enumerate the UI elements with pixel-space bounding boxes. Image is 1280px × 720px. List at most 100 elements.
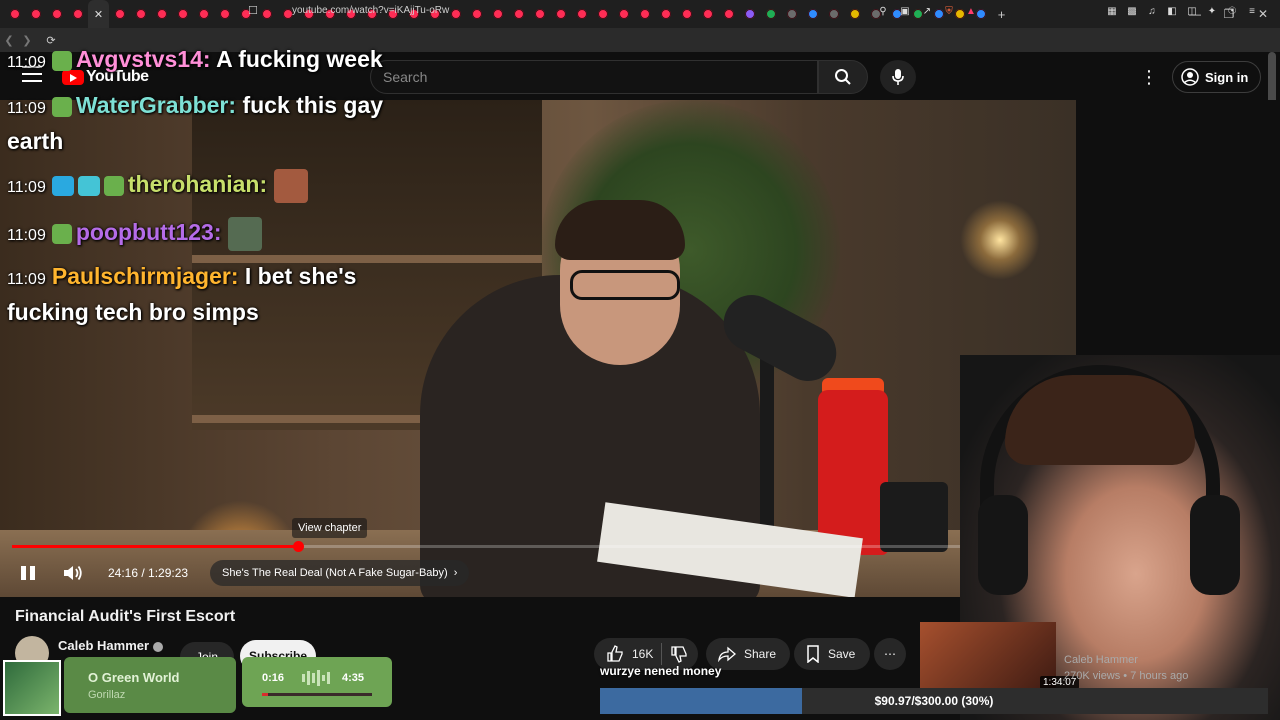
chat-text: fuck this gay xyxy=(242,92,384,118)
browser-tab[interactable] xyxy=(4,0,25,28)
url-field[interactable]: youtube.com/watch?v=iKAjjTu-oRw xyxy=(292,5,449,16)
browser-tab[interactable] xyxy=(172,0,193,28)
browser-tab[interactable] xyxy=(487,0,508,28)
chat-text-continued: earth xyxy=(7,128,64,154)
more-actions-button[interactable]: ⋯ xyxy=(874,638,906,670)
browser-tab[interactable] xyxy=(592,0,613,28)
browser-tab[interactable] xyxy=(130,0,151,28)
browser-tab[interactable] xyxy=(718,0,739,28)
chat-badge-icon xyxy=(51,96,72,117)
pause-button[interactable] xyxy=(20,564,36,582)
bookmark-icon[interactable]: ☐ xyxy=(248,4,258,17)
tab-favicon-icon xyxy=(471,9,482,19)
chat-username: therohanian: xyxy=(127,171,268,197)
tab-favicon-icon xyxy=(681,9,692,19)
chat-text: A fucking week xyxy=(216,46,383,72)
extension-icon[interactable]: ♫ xyxy=(1145,4,1159,18)
browser-tab[interactable] xyxy=(109,0,130,28)
search-button[interactable] xyxy=(818,60,868,94)
chat-message: 11:09 Paulschirmjager: I bet she's fuckin… xyxy=(7,260,356,329)
cast-icon[interactable]: ▣ xyxy=(898,4,912,18)
browser-tab[interactable] xyxy=(214,0,235,28)
chat-message: 11:09 poopbutt123: xyxy=(7,216,262,252)
tab-favicon-icon xyxy=(828,9,839,19)
search-placeholder: Search xyxy=(383,69,428,85)
search-icon xyxy=(835,69,851,85)
video-mug xyxy=(880,482,948,552)
close-tab-icon[interactable]: ✕ xyxy=(94,8,103,21)
chat-message: 11:09 WaterGrabber: fuck this gay earth xyxy=(7,89,383,158)
thumbs-up-icon[interactable] xyxy=(606,645,624,663)
search-input[interactable]: Search xyxy=(370,60,818,94)
browser-tab-strip: ✕ + xyxy=(0,0,1280,28)
browser-tab[interactable] xyxy=(781,0,802,28)
chat-username: WaterGrabber: xyxy=(75,92,237,118)
voice-search-button[interactable] xyxy=(880,60,916,94)
tab-favicon-icon xyxy=(72,9,83,19)
sidebar-icon[interactable]: ◧ xyxy=(1165,4,1179,18)
webcam-hair xyxy=(1005,375,1195,465)
leo-icon[interactable]: ✦ xyxy=(1205,4,1219,18)
donation-goal-text: $90.97/$300.00 (30%) xyxy=(874,694,994,708)
browser-tab[interactable] xyxy=(697,0,718,28)
wallet-icon[interactable]: ◫ xyxy=(1185,4,1199,18)
chat-time: 11:09 xyxy=(7,100,46,117)
browser-tab[interactable] xyxy=(844,0,865,28)
browser-tab[interactable] xyxy=(466,0,487,28)
browser-tab[interactable] xyxy=(655,0,676,28)
song-info-panel xyxy=(64,657,236,713)
browser-menu-icon[interactable]: ≡ xyxy=(1245,4,1259,18)
browser-tab[interactable] xyxy=(613,0,634,28)
sign-in-button[interactable]: Sign in xyxy=(1172,61,1262,93)
chat-text-continued: fucking tech bro simps xyxy=(7,299,259,325)
related-video-meta: 270K views • 7 hours ago xyxy=(1064,670,1189,682)
browser-tab[interactable] xyxy=(508,0,529,28)
related-video-channel[interactable]: Caleb Hammer xyxy=(1064,654,1138,666)
zoom-icon[interactable]: ⚲ xyxy=(876,4,890,18)
tab-favicon-icon xyxy=(618,9,629,19)
thumbs-down-icon[interactable] xyxy=(670,645,688,663)
chat-badge-icon xyxy=(77,175,100,196)
extension-icon[interactable]: ▦ xyxy=(1105,4,1119,18)
scrubber-handle[interactable] xyxy=(293,541,304,552)
share-page-icon[interactable]: ↗ xyxy=(920,4,934,18)
browser-tab[interactable] xyxy=(739,0,760,28)
channel-name[interactable]: Caleb Hammer xyxy=(58,638,164,653)
brave-shield-icon[interactable]: ⛨ xyxy=(942,4,956,18)
browser-tab[interactable] xyxy=(151,0,172,28)
browser-tab[interactable] xyxy=(634,0,655,28)
vpn-icon[interactable]: ☉ xyxy=(1225,4,1239,18)
related-video-thumbnail[interactable] xyxy=(920,622,1056,692)
browser-tab[interactable] xyxy=(676,0,697,28)
tab-favicon-icon xyxy=(744,9,755,19)
tab-favicon-icon xyxy=(660,9,671,19)
stream-caption: wurzye nened money xyxy=(600,664,722,678)
browser-tab[interactable] xyxy=(67,0,88,28)
browser-tab[interactable] xyxy=(550,0,571,28)
browser-tab[interactable] xyxy=(256,0,277,28)
active-tab[interactable]: ✕ xyxy=(88,0,109,28)
new-tab-icon[interactable]: + xyxy=(991,0,1012,28)
webcam-headset-cup xyxy=(1190,495,1240,595)
browser-tab[interactable] xyxy=(193,0,214,28)
browser-tab[interactable] xyxy=(571,0,592,28)
volume-button[interactable] xyxy=(62,563,84,583)
browser-tab[interactable] xyxy=(46,0,67,28)
chat-username: Paulschirmjager: xyxy=(51,263,239,289)
browser-tab[interactable] xyxy=(529,0,550,28)
tab-favicon-icon xyxy=(492,9,503,19)
browser-tab[interactable] xyxy=(25,0,46,28)
chapter-button[interactable]: She's The Real Deal (Not A Fake Sugar-Ba… xyxy=(210,560,470,586)
save-button[interactable]: Save xyxy=(794,638,870,670)
chapter-title: She's The Real Deal (Not A Fake Sugar-Ba… xyxy=(222,567,448,579)
tab-favicon-icon xyxy=(513,9,524,19)
rewards-icon[interactable]: ▲ xyxy=(964,4,978,18)
browser-tab[interactable] xyxy=(823,0,844,28)
browser-tab[interactable] xyxy=(760,0,781,28)
extension-icons: ▦ ▩ ♫ ◧ ◫ ✦ ☉ ≡ xyxy=(1105,4,1259,18)
browser-tab[interactable] xyxy=(802,0,823,28)
extension-icon[interactable]: ▩ xyxy=(1125,4,1139,18)
video-host-hair xyxy=(555,200,685,260)
settings-kebab-icon[interactable]: ⋮ xyxy=(1140,66,1158,88)
microphone-icon xyxy=(892,69,904,85)
